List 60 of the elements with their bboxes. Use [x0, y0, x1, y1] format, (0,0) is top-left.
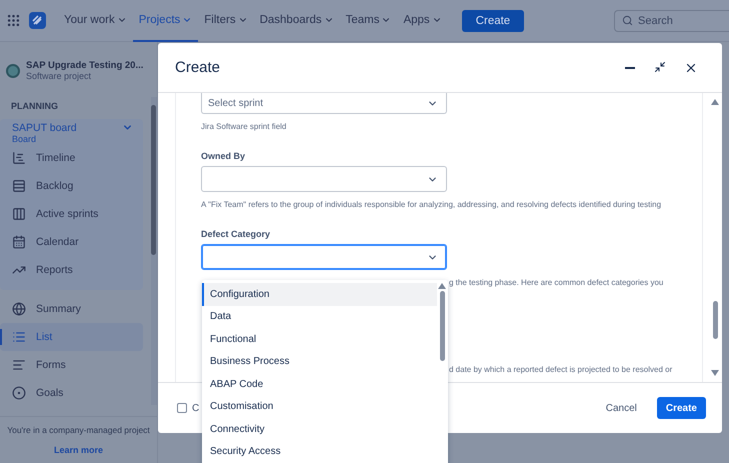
create-button[interactable]: Create [462, 10, 524, 32]
search-field[interactable]: Search [614, 10, 729, 32]
sidebar-item[interactable]: Goals [0, 379, 143, 407]
minus-icon [625, 66, 635, 68]
cancel-button[interactable]: Cancel [596, 397, 646, 419]
nav-menu[interactable]: Apps [397, 0, 448, 42]
board-subtitle: Board [12, 134, 38, 144]
dropdown-option[interactable]: Customisation [202, 396, 437, 418]
dropdown-option[interactable]: Connectivity [202, 418, 437, 440]
field-hint: g the testing phase. Here are common defect categories you [448, 278, 664, 287]
nav-menu[interactable]: Teams [340, 0, 398, 42]
dropdown-option[interactable]: Configuration [202, 283, 437, 306]
section-heading: PLANNING [10, 100, 59, 113]
sidebar-item[interactable]: List [0, 323, 143, 351]
field-label: Owned By [201, 151, 246, 161]
sidebar-item[interactable]: Summary [0, 295, 143, 323]
field-hint: Jira Software sprint field [201, 122, 288, 131]
app-switcher-icon[interactable] [6, 13, 21, 28]
sidebar-item[interactable]: Backlog [0, 172, 143, 200]
project-icon [6, 64, 20, 78]
list-icon [12, 330, 26, 344]
sidebar-item[interactable]: Forms [0, 351, 143, 379]
field-hint: A "Fix Team" refers to the group of individuals responsible for analyzing, addressing, and resolving defects identified during testing [201, 200, 662, 209]
checkbox[interactable] [177, 403, 187, 413]
sidebar-item[interactable]: Calendar [0, 228, 143, 256]
app-logo-icon[interactable] [29, 12, 46, 29]
dropdown-option[interactable]: Functional [202, 328, 437, 350]
board-name[interactable]: SAPUT board [12, 122, 77, 134]
create-button[interactable]: Create [656, 397, 706, 419]
select-field[interactable]: Select sprint [201, 93, 447, 114]
select-field[interactable] [201, 166, 447, 192]
target-icon [12, 386, 26, 400]
project-name: SAP Upgrade Testing 20... [26, 60, 144, 71]
sidebar-item[interactable]: Active sprints [0, 200, 143, 228]
sidebar-item[interactable]: Reports [0, 256, 143, 284]
select-field[interactable] [201, 244, 447, 270]
dropdown-option[interactable]: Data [202, 306, 437, 328]
timeline-icon [12, 151, 26, 165]
project-type: Software project [26, 71, 92, 81]
backlog-icon [12, 179, 26, 193]
collapse-arrows-icon [654, 60, 666, 72]
columns-icon [12, 207, 26, 221]
forms-icon [12, 358, 26, 372]
search-icon [622, 15, 633, 26]
project-type-note: You're in a company-managed project [7, 425, 150, 435]
learn-more-link[interactable]: Learn more [54, 445, 104, 455]
field-hint: d date by which a reported defect is projected to be resolved or [448, 365, 674, 374]
checkbox-label: C [192, 402, 200, 414]
globe-icon [12, 302, 26, 316]
field-label: Defect Category [201, 229, 272, 239]
scrollbar[interactable] [151, 97, 157, 405]
dropdown-option[interactable]: ABAP Code [202, 373, 437, 396]
nav-menu[interactable]: Dashboards [254, 0, 340, 42]
nav-menu[interactable]: Filters [198, 0, 254, 42]
dialog-title: Create [175, 59, 220, 76]
nav-menu[interactable]: Your work [58, 0, 133, 42]
dropdown-option[interactable]: Business Process [202, 350, 437, 373]
sidebar-item[interactable]: Timeline [0, 144, 143, 172]
calendar-icon [12, 235, 26, 249]
dropdown-option[interactable]: Security Access [202, 440, 437, 463]
